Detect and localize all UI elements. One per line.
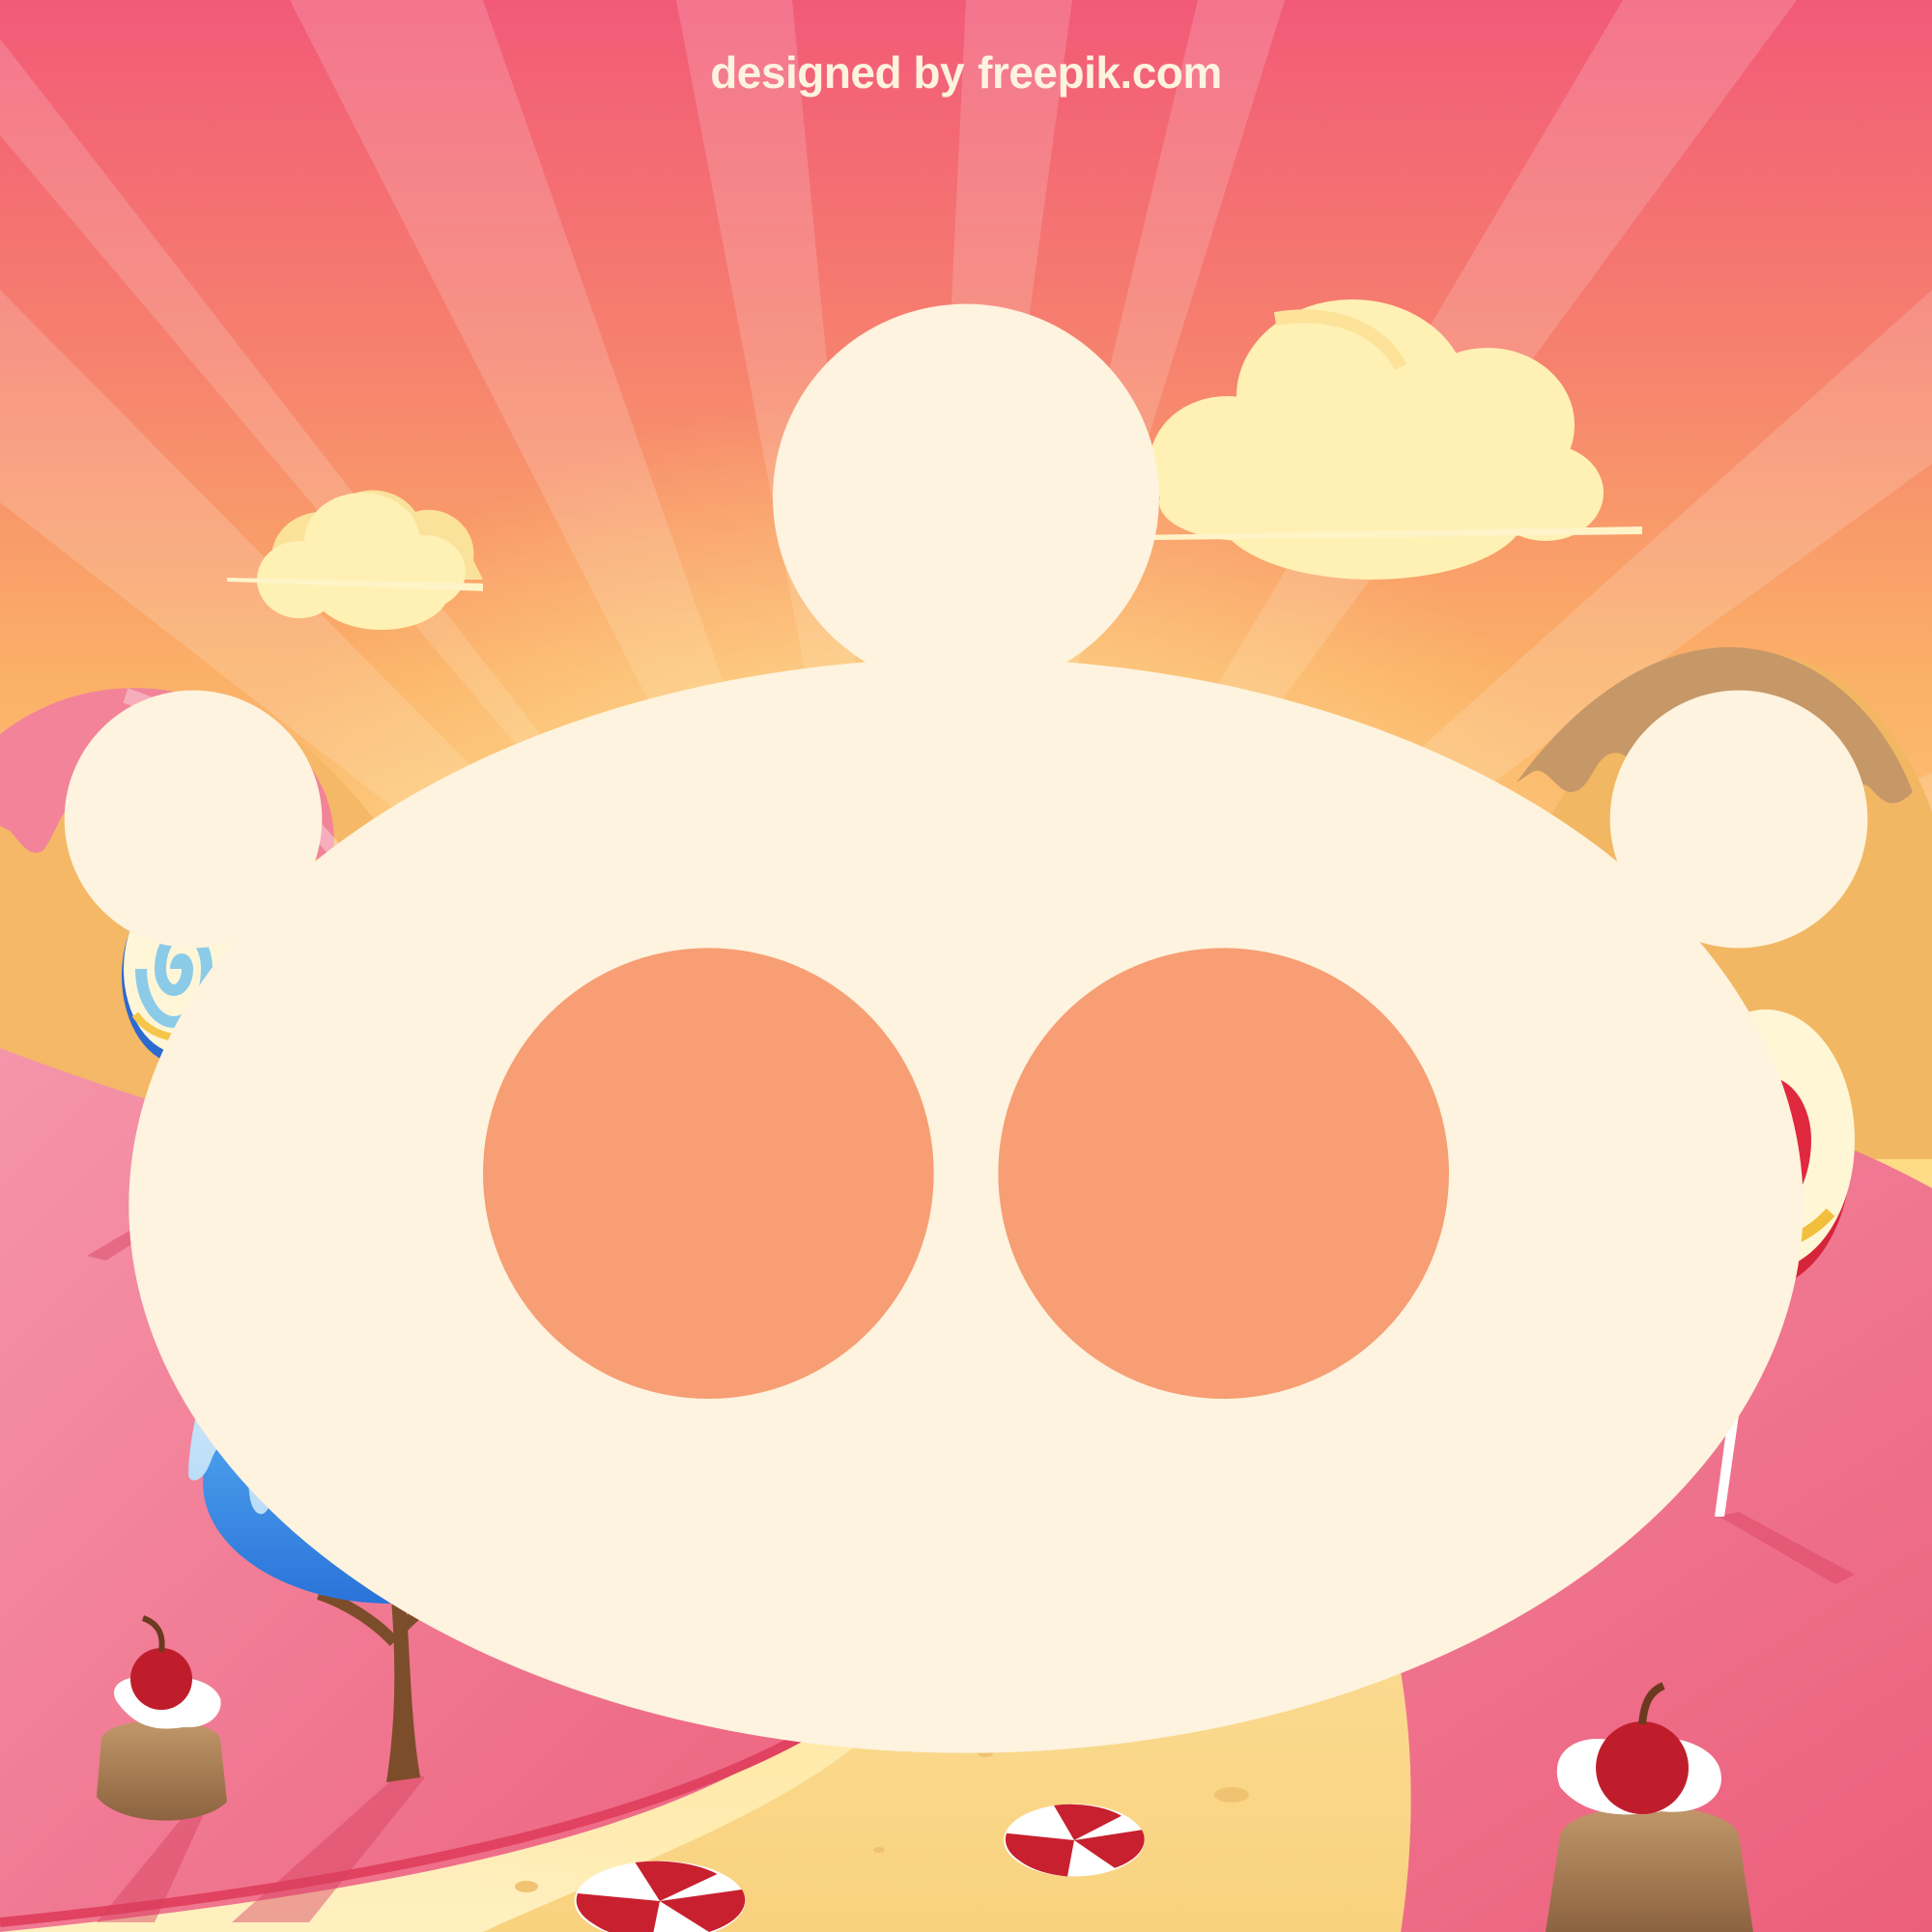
freepik-credit: designed by freepik.com — [0, 46, 1932, 1753]
freepik-logo-icon — [64, 303, 1868, 1753]
candy-land-scene: designed by freepik.com — [0, 0, 1932, 1932]
